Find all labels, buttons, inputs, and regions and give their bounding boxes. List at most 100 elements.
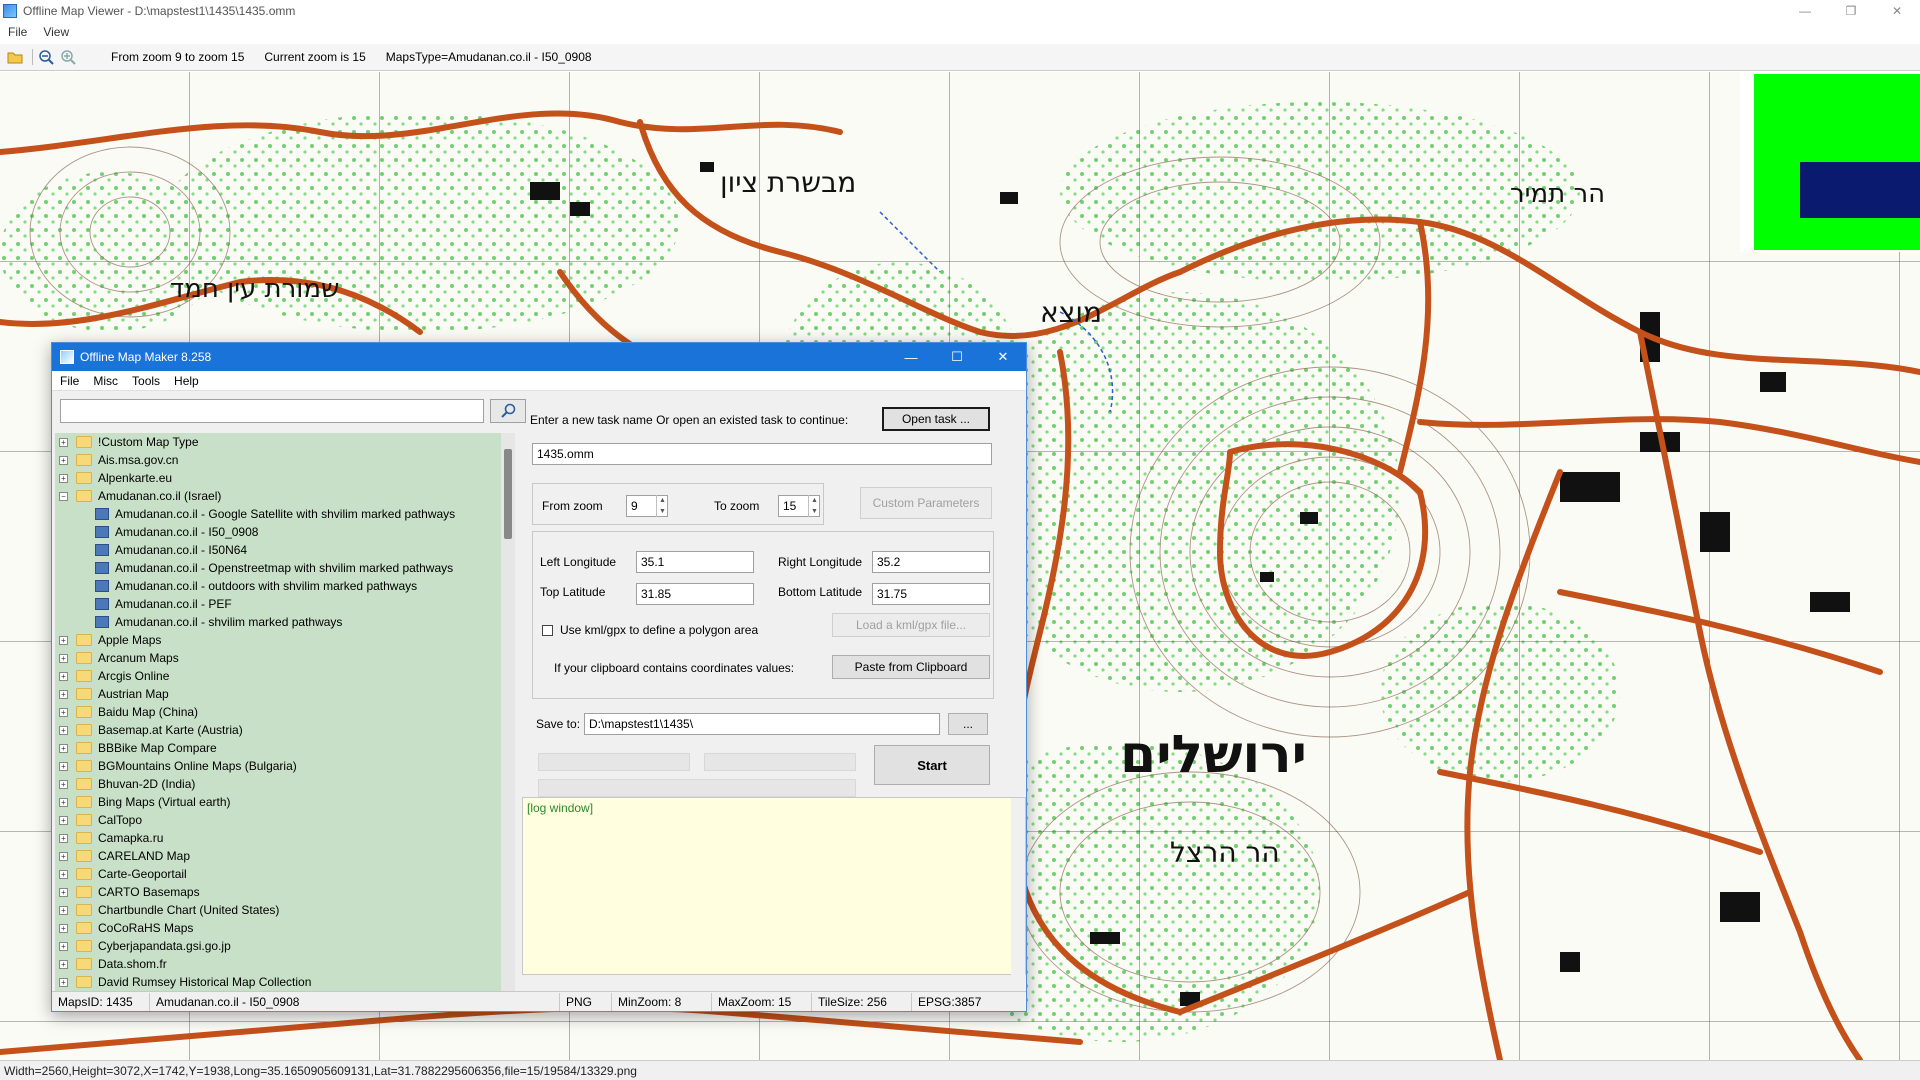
dialog-menu-tools[interactable]: Tools (132, 374, 160, 388)
expand-icon[interactable]: + (59, 797, 68, 807)
use-kml-checkbox[interactable] (542, 625, 553, 636)
log-scrollbar[interactable] (1011, 798, 1025, 978)
tree-child-item[interactable]: Amudanan.co.il - I50_0908 (55, 523, 515, 541)
minimize-icon[interactable]: — (1782, 0, 1828, 22)
tree-folder-item[interactable]: + CARELAND Map (55, 847, 515, 865)
map-type-tree[interactable]: + !Custom Map Type + Ais.msa.gov.cn + Alpenka… (55, 433, 515, 991)
to-zoom-spinner[interactable]: ▲ ▼ (808, 495, 820, 517)
tree-folder-item[interactable]: + CoCoRaHS Maps (55, 919, 515, 937)
tree-folder-item[interactable]: + David Rumsey Historical Map Collection (55, 973, 515, 991)
expand-icon[interactable]: + (59, 977, 68, 987)
map-tile-icon (95, 562, 109, 574)
tree-folder-item[interactable]: + Bhuvan-2D (India) (55, 775, 515, 793)
load-kml-button[interactable]: Load a kml/gpx file... (832, 613, 990, 637)
expand-icon[interactable]: + (59, 923, 68, 933)
tree-folder-item[interactable]: + Chartbundle Chart (United States) (55, 901, 515, 919)
zoom-out-icon[interactable] (37, 48, 55, 66)
tree-folder-item[interactable]: + Bing Maps (Virtual earth) (55, 793, 515, 811)
tree-folder-item[interactable]: + BBBike Map Compare (55, 739, 515, 757)
expand-icon[interactable]: + (59, 815, 68, 825)
open-task-button[interactable]: Open task ... (882, 407, 990, 431)
tree-folder-item[interactable]: + Ais.msa.gov.cn (55, 451, 515, 469)
menu-file[interactable]: File (8, 25, 27, 39)
dialog-maximize-icon[interactable]: ☐ (934, 343, 980, 371)
tree-folder-item[interactable]: + Baidu Map (China) (55, 703, 515, 721)
right-longitude-input[interactable] (872, 551, 990, 573)
minimap-viewport[interactable] (1800, 162, 1920, 218)
map-search-input[interactable] (60, 399, 484, 423)
tree-folder-item[interactable]: + Apple Maps (55, 631, 515, 649)
expand-icon[interactable]: + (59, 455, 68, 465)
tree-child-item[interactable]: Amudanan.co.il - outdoors with shvilim m… (55, 577, 515, 595)
tree-folder-item[interactable]: + Data.shom.fr (55, 955, 515, 973)
expand-icon[interactable]: + (59, 851, 68, 861)
from-zoom-spinner[interactable]: ▲ ▼ (656, 495, 668, 517)
menu-view[interactable]: View (43, 25, 69, 39)
expand-icon[interactable]: + (59, 473, 68, 483)
expand-icon[interactable]: + (59, 725, 68, 735)
search-button[interactable] (490, 399, 526, 423)
dialog-menu-help[interactable]: Help (174, 374, 199, 388)
browse-button[interactable]: ... (948, 713, 988, 735)
close-icon[interactable]: ✕ (1874, 0, 1920, 22)
spin-down-icon[interactable]: ▼ (657, 506, 668, 517)
log-window[interactable]: [log window] (522, 797, 1026, 978)
dialog-menu-file[interactable]: File (60, 374, 79, 388)
expand-icon[interactable]: + (59, 833, 68, 843)
open-folder-icon[interactable] (6, 48, 24, 66)
collapse-icon[interactable]: − (59, 491, 68, 501)
start-button[interactable]: Start (874, 745, 990, 785)
tree-child-item[interactable]: Amudanan.co.il - Openstreetmap with shvi… (55, 559, 515, 577)
tree-folder-item[interactable]: + CARTO Basemaps (55, 883, 515, 901)
tree-child-item[interactable]: Amudanan.co.il - PEF (55, 595, 515, 613)
spin-up-icon[interactable]: ▲ (809, 495, 820, 506)
expand-icon[interactable]: + (59, 689, 68, 699)
zoom-in-icon[interactable] (59, 48, 77, 66)
spin-up-icon[interactable]: ▲ (657, 495, 668, 506)
tree-folder-item[interactable]: + BGMountains Online Maps (Bulgaria) (55, 757, 515, 775)
dialog-minimize-icon[interactable]: — (888, 343, 934, 371)
expand-icon[interactable]: + (59, 779, 68, 789)
expand-icon[interactable]: + (59, 887, 68, 897)
restore-icon[interactable]: ❐ (1828, 0, 1874, 22)
bottom-latitude-input[interactable] (872, 583, 990, 605)
tree-folder-item[interactable]: + Carte-Geoportail (55, 865, 515, 883)
paste-clipboard-button[interactable]: Paste from Clipboard (832, 655, 990, 679)
dialog-titlebar[interactable]: Offline Map Maker 8.258 — ☐ ✕ (52, 343, 1026, 371)
expand-icon[interactable]: + (59, 437, 68, 447)
tree-scroll-thumb[interactable] (504, 449, 512, 539)
tree-folder-item[interactable]: + Arcanum Maps (55, 649, 515, 667)
tree-folder-item[interactable]: + Alpenkarte.eu (55, 469, 515, 487)
tree-folder-item[interactable]: + Cyberjapandata.gsi.go.jp (55, 937, 515, 955)
tree-folder-item[interactable]: + !Custom Map Type (55, 433, 515, 451)
expand-icon[interactable]: + (59, 743, 68, 753)
top-latitude-input[interactable] (636, 583, 754, 605)
tree-folder-item[interactable]: + Austrian Map (55, 685, 515, 703)
tree-folder-item[interactable]: + CalTopo (55, 811, 515, 829)
tree-folder-item[interactable]: + Camapka.ru (55, 829, 515, 847)
expand-icon[interactable]: + (59, 707, 68, 717)
expand-icon[interactable]: + (59, 671, 68, 681)
expand-icon[interactable]: + (59, 959, 68, 969)
expand-icon[interactable]: + (59, 761, 68, 771)
minimap[interactable] (1740, 72, 1920, 252)
spin-down-icon[interactable]: ▼ (809, 506, 820, 517)
expand-icon[interactable]: + (59, 941, 68, 951)
left-longitude-input[interactable] (636, 551, 754, 573)
dialog-menu-misc[interactable]: Misc (93, 374, 118, 388)
expand-icon[interactable]: + (59, 653, 68, 663)
save-to-input[interactable] (584, 713, 940, 735)
tree-folder-item[interactable]: + Arcgis Online (55, 667, 515, 685)
expand-icon[interactable]: + (59, 905, 68, 915)
tree-child-item[interactable]: Amudanan.co.il - Google Satellite with s… (55, 505, 515, 523)
tree-child-item[interactable]: Amudanan.co.il - shvilim marked pathways (55, 613, 515, 631)
tree-folder-item[interactable]: − Amudanan.co.il (Israel) (55, 487, 515, 505)
tree-scrollbar[interactable] (501, 433, 515, 991)
task-name-input[interactable] (532, 443, 992, 465)
expand-icon[interactable]: + (59, 869, 68, 879)
tree-folder-item[interactable]: + Basemap.at Karte (Austria) (55, 721, 515, 739)
custom-parameters-button[interactable]: Custom Parameters (860, 487, 992, 519)
expand-icon[interactable]: + (59, 635, 68, 645)
dialog-close-icon[interactable]: ✕ (980, 343, 1026, 371)
tree-child-item[interactable]: Amudanan.co.il - I50N64 (55, 541, 515, 559)
